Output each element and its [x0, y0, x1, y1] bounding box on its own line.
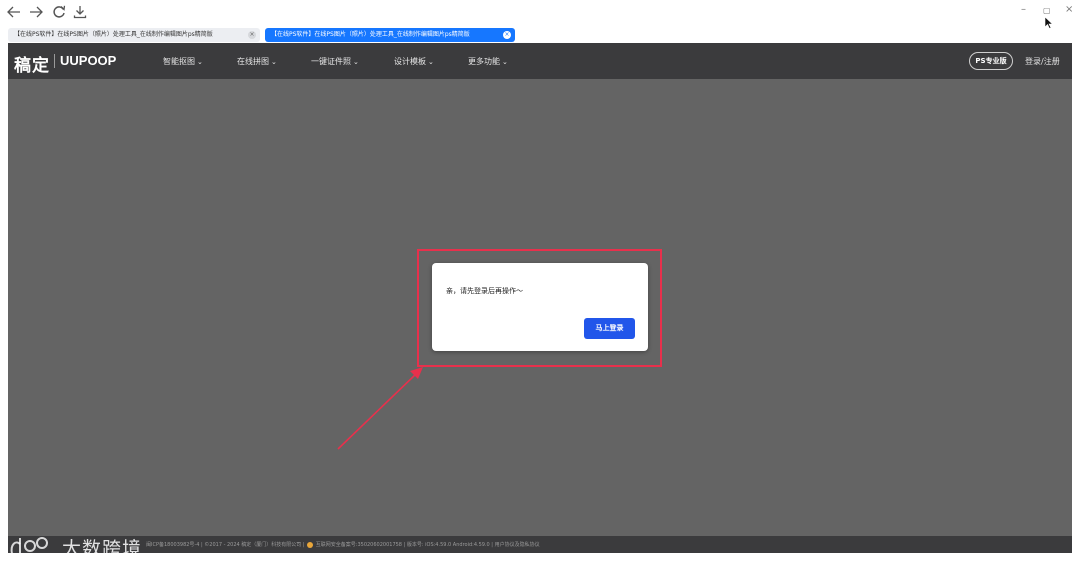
tab-close-icon[interactable]: × [248, 31, 256, 39]
nav-item-design-templates[interactable]: 设计模板 ⌄ [394, 56, 434, 67]
footer-links[interactable]: 互联网安全备案号:35020602001758 | 版本号: iOS:4.59.… [316, 542, 540, 548]
download-icon [73, 6, 87, 19]
browser-toolbar: – ▢ × [0, 0, 1080, 24]
back-arrow-icon [7, 6, 20, 18]
logo-divider [54, 54, 55, 68]
browser-tab[interactable]: 【在线PS软件】在线PS图片（照片）处理工具_在线制作编辑图片ps精简版 × [8, 28, 260, 42]
restore-button[interactable]: ▢ [1043, 6, 1051, 15]
police-badge-icon [307, 541, 314, 548]
login-prompt-dialog: 亲，请先登录后再操作～ 马上登录 [432, 263, 648, 351]
login-now-button[interactable]: 马上登录 [584, 318, 635, 339]
watermark-logo-icon [10, 537, 48, 555]
close-window-button[interactable]: × [1065, 4, 1073, 15]
tab-strip: 【在线PS软件】在线PS图片（照片）处理工具_在线制作编辑图片ps精简版 × 【… [0, 27, 1080, 43]
tab-title: 【在线PS软件】在线PS图片（照片）处理工具_在线制作编辑图片ps精简版 [271, 31, 470, 38]
footer-copyright: 闽ICP备18003982号-4 | ©2017 - 2024 稿定（厦门）科技… [146, 542, 305, 548]
forward-arrow-icon [30, 6, 43, 18]
dialog-message: 亲，请先登录后再操作～ [446, 287, 523, 295]
site-header: 稿定 UUPOOP 智能抠图 ⌄ 在线拼图 ⌄ 一键证件照 ⌄ 设计模板 ⌄ 更多功能 ⌄… [8, 43, 1072, 79]
chevron-down-icon: ⌄ [502, 58, 508, 66]
nav-item-id-photo[interactable]: 一键证件照 ⌄ [311, 56, 359, 67]
watermark-text: 大数跨境 [62, 537, 143, 560]
minimize-button[interactable]: – [1021, 4, 1026, 15]
nav-label: 一键证件照 [311, 57, 351, 66]
watermark: 大数跨境 [8, 533, 142, 561]
logo-cn[interactable]: 稿定 [14, 51, 50, 76]
nav-item-smart-cutout[interactable]: 智能抠图 ⌄ [163, 56, 203, 67]
nav-item-online-collage[interactable]: 在线拼图 ⌄ [237, 56, 277, 67]
chevron-down-icon: ⌄ [353, 58, 359, 66]
nav-label: 更多功能 [468, 57, 500, 66]
browser-tab-active[interactable]: 【在线PS软件】在线PS图片（照片）处理工具_在线制作编辑图片ps精简版 × [265, 28, 515, 42]
reload-icon [53, 5, 66, 18]
tab-close-icon[interactable]: × [503, 31, 511, 39]
logo-en[interactable]: UUPOOP [60, 53, 116, 68]
chevron-down-icon: ⌄ [428, 58, 434, 66]
download-button[interactable] [70, 2, 90, 22]
chevron-down-icon: ⌄ [197, 58, 203, 66]
tab-title: 【在线PS软件】在线PS图片（照片）处理工具_在线制作编辑图片ps精简版 [14, 31, 213, 38]
mouse-cursor-icon [1045, 17, 1053, 29]
nav-label: 在线拼图 [237, 57, 269, 66]
nav-label: 智能抠图 [163, 57, 195, 66]
footer-info: 闽ICP备18003982号-4 | ©2017 - 2024 稿定（厦门）科技… [146, 541, 540, 548]
site-footer: 闽ICP备18003982号-4 | ©2017 - 2024 稿定（厦门）科技… [8, 536, 1072, 553]
chevron-down-icon: ⌄ [271, 58, 277, 66]
nav-label: 设计模板 [394, 57, 426, 66]
screenshot-root: – ▢ × 【在线PS软件】在线PS图片（照片）处理工具_在线制作编辑图片ps精… [0, 0, 1080, 567]
login-register-link[interactable]: 登录/注册 [1025, 56, 1060, 67]
ps-pro-button[interactable]: PS专业版 [969, 52, 1013, 70]
back-button[interactable] [4, 2, 24, 22]
reload-button[interactable] [49, 2, 69, 22]
forward-button[interactable] [26, 2, 46, 22]
nav-item-more-features[interactable]: 更多功能 ⌄ [468, 56, 508, 67]
